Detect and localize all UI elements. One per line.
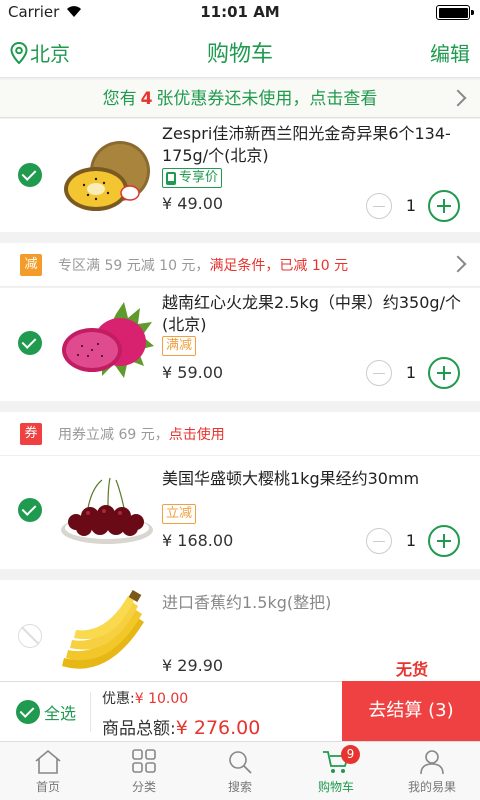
tag-label: 专享价 <box>179 170 219 185</box>
total-value: ¥ 276.00 <box>175 717 261 739</box>
select-all-toggle[interactable]: 全选 <box>16 700 76 724</box>
tab-label: 分类 <box>131 780 156 794</box>
quantity-value[interactable]: 1 <box>400 531 422 550</box>
promo-text: 用券立减 69 元，点击使用 <box>58 424 225 444</box>
out-of-stock-label: 无货 <box>396 660 429 679</box>
battery-icon <box>436 5 474 20</box>
tab-bar: 首页 分类 搜索 购物车 9 我的易果 <box>0 741 480 800</box>
edit-button[interactable]: 编辑 <box>430 38 470 67</box>
cart-item: 越南红心火龙果2.5kg（中果）约350g/个(北京) 满减 ¥ 59.00 1 <box>0 288 480 401</box>
item-checkbox[interactable] <box>18 331 42 355</box>
quantity-decrease-button[interactable] <box>366 193 392 219</box>
item-checkbox[interactable] <box>18 498 42 522</box>
quantity-value[interactable]: 1 <box>400 196 422 215</box>
quantity-decrease-button[interactable] <box>366 360 392 386</box>
select-all-checkbox[interactable] <box>16 700 40 724</box>
product-name[interactable]: 越南红心火龙果2.5kg（中果）约350g/个(北京) <box>162 292 472 336</box>
tab-category[interactable]: 分类 <box>96 742 192 800</box>
product-price: ¥ 29.90 <box>162 656 224 675</box>
tab-label: 搜索 <box>227 780 252 794</box>
product-price: ¥ 59.00 <box>162 363 224 382</box>
promo-description: 专区满 59 元减 10 元， <box>58 258 210 274</box>
quantity-increase-button[interactable] <box>428 190 460 222</box>
item-checkbox[interactable] <box>18 163 42 187</box>
product-tag: 满减 <box>162 336 197 356</box>
nav-bar: 北京 购物车 编辑 <box>0 24 480 78</box>
product-tag: 专享价 <box>162 168 223 188</box>
total-summary: 商品总额:¥ 276.00 <box>102 714 260 739</box>
phone-icon <box>166 171 176 185</box>
cherries-image <box>61 477 153 544</box>
chevron-right-icon <box>449 255 467 273</box>
discount-summary: 优惠:¥ 10.00 <box>102 688 188 708</box>
promo-description: 用券立减 69 元， <box>58 427 169 443</box>
cart-item: Zespri佳沛新西兰阳光金奇异果6个134-175g/个(北京) 专享价 ¥ … <box>0 119 480 232</box>
coupon-notice-prefix: 您有 <box>102 89 137 109</box>
checkout-button[interactable]: 去结算 (3) <box>342 681 480 741</box>
clock: 11:01 AM <box>200 3 280 21</box>
product-tag: 立减 <box>162 504 197 524</box>
tab-search[interactable]: 搜索 <box>192 742 288 800</box>
tab-label: 首页 <box>35 780 60 794</box>
product-name[interactable]: 进口香蕉约1.5kg(整把) <box>162 592 472 614</box>
promo-badge: 券 <box>20 423 42 445</box>
promo-text: 专区满 59 元减 10 元，满足条件，已减 10 元 <box>58 255 348 275</box>
coupon-notice-suffix: 张优惠券还未使用，点击查看 <box>156 89 378 109</box>
quantity-increase-button[interactable] <box>428 357 460 389</box>
select-all-label: 全选 <box>44 704 77 723</box>
home-icon <box>35 749 61 774</box>
coupon-promo-banner[interactable]: 券 用券立减 69 元，点击使用 <box>0 412 480 456</box>
cart-count-badge: 9 <box>341 745 360 764</box>
tab-label: 我的易果 <box>407 780 456 794</box>
cart-item: 美国华盛顿大樱桃1kg果经约30mm 立减 ¥ 168.00 1 <box>0 456 480 569</box>
product-name[interactable]: Zespri佳沛新西兰阳光金奇异果6个134-175g/个(北京) <box>162 123 472 167</box>
tab-cart[interactable]: 购物车 9 <box>288 742 384 800</box>
user-icon <box>420 750 444 775</box>
tab-home[interactable]: 首页 <box>0 742 96 800</box>
status-bar: Carrier 11:01 AM <box>0 0 480 24</box>
chevron-right-icon <box>449 89 467 107</box>
product-price: ¥ 168.00 <box>162 531 234 550</box>
product-price: ¥ 49.00 <box>162 194 224 213</box>
promo-highlight[interactable]: 点击使用 <box>169 427 225 443</box>
quantity-value[interactable]: 1 <box>400 363 422 382</box>
promo-badge: 减 <box>20 254 42 276</box>
page-title: 购物车 <box>206 42 273 67</box>
tab-label: 购物车 <box>317 780 354 794</box>
coupon-notice[interactable]: 您有 4 张优惠券还未使用，点击查看 <box>0 80 480 118</box>
promo-highlight: 满足条件，已减 10 元 <box>209 258 349 274</box>
item-checkbox-disabled <box>18 624 42 648</box>
discount-label: 优惠: <box>102 691 135 707</box>
tab-my-account[interactable]: 我的易果 <box>384 742 480 800</box>
bananas-image <box>62 590 144 669</box>
discount-value: ¥ 10.00 <box>134 691 189 707</box>
dragon-fruit-image <box>62 302 154 378</box>
quantity-increase-button[interactable] <box>428 525 460 557</box>
promo-banner[interactable]: 减 专区满 59 元减 10 元，满足条件，已减 10 元 <box>0 243 480 287</box>
coupon-count: 4 <box>140 89 153 109</box>
product-name[interactable]: 美国华盛顿大樱桃1kg果经约30mm <box>162 468 472 490</box>
kiwi-fruit-image <box>64 141 150 211</box>
divider <box>90 692 91 732</box>
search-icon <box>229 751 252 774</box>
total-label: 商品总额: <box>102 719 176 739</box>
quantity-decrease-button[interactable] <box>366 528 392 554</box>
grid-icon <box>132 749 156 773</box>
